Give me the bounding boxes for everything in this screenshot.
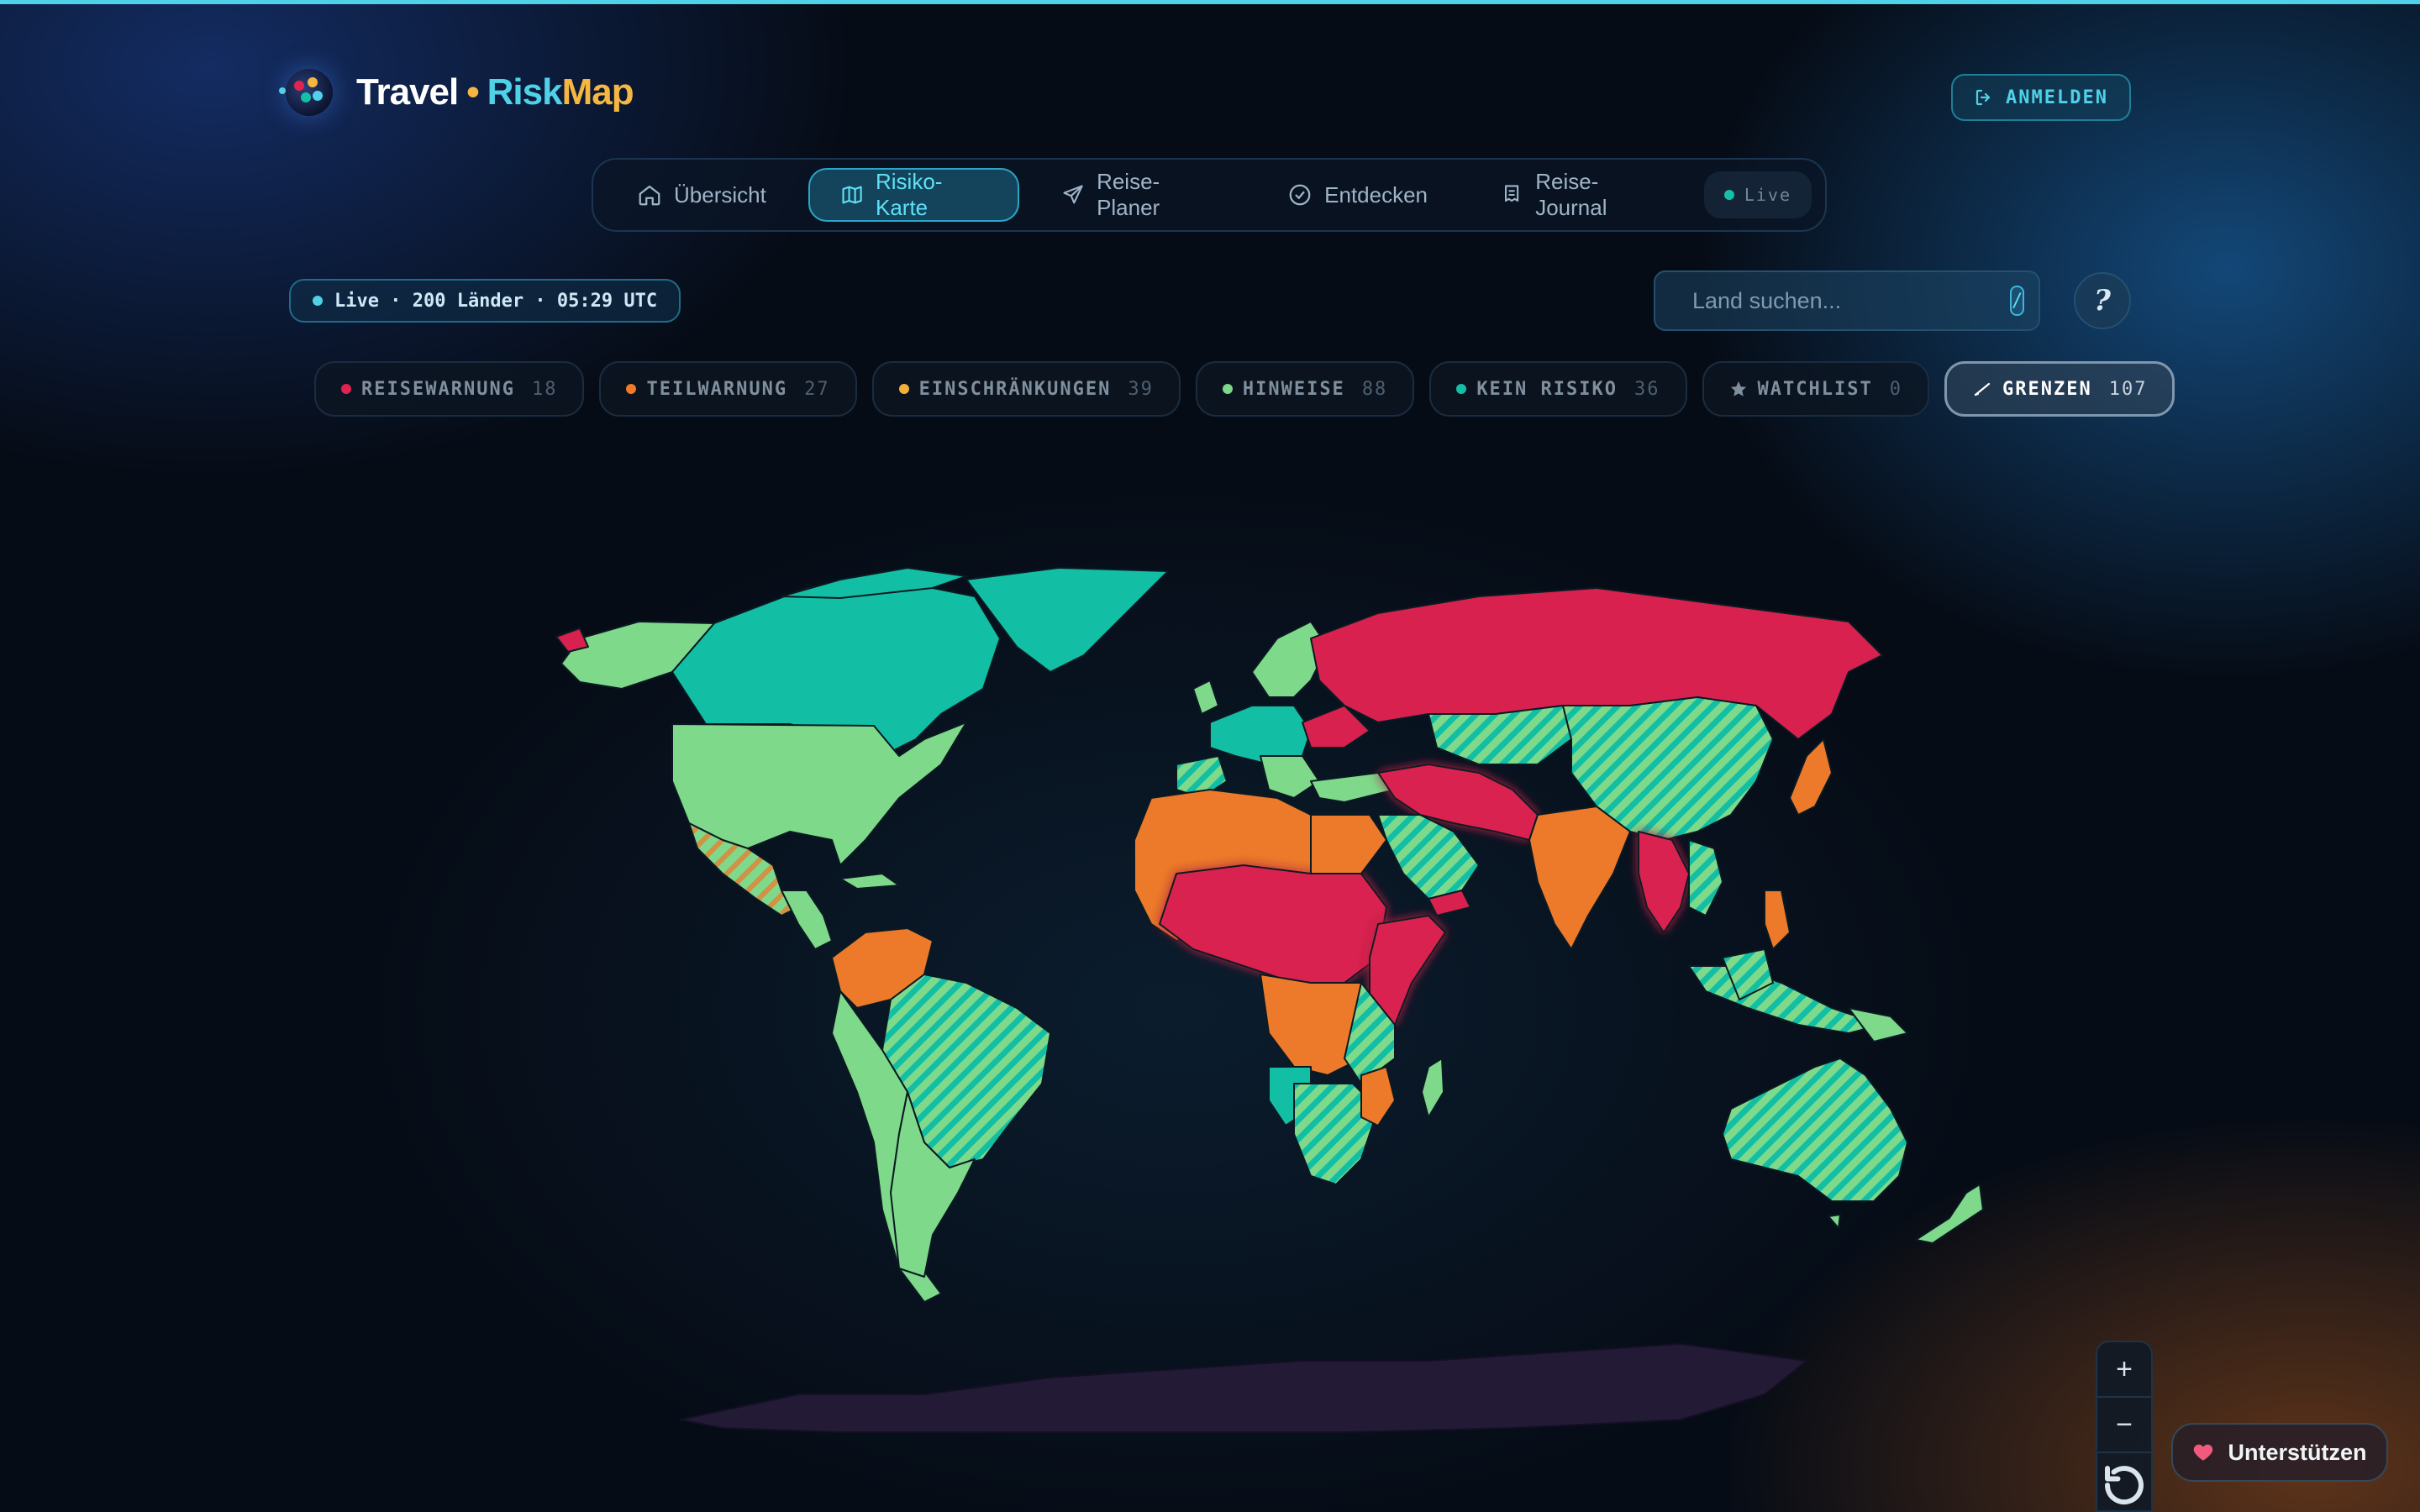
region-cuba[interactable]	[839, 873, 900, 890]
search-input[interactable]	[1692, 287, 1990, 314]
home-icon	[639, 185, 660, 206]
check-circle-icon	[1289, 184, 1311, 206]
region-tasmania[interactable]	[1828, 1214, 1841, 1229]
support-button[interactable]: Unterstützen	[2171, 1423, 2388, 1482]
filter-label: EINSCHRÄNKUNGEN	[918, 378, 1112, 400]
line-icon	[1974, 382, 1991, 396]
region-japan[interactable]	[1789, 738, 1833, 816]
region-alaska-west[interactable]	[555, 627, 589, 653]
region-central-america[interactable]	[781, 890, 833, 950]
zoom-in-button[interactable]: +	[2097, 1342, 2151, 1398]
filter-einschraenkungen[interactable]: EINSCHRÄNKUNGEN 39	[871, 361, 1181, 417]
filter-count: 27	[804, 378, 830, 400]
nav-item-label: Entdecken	[1324, 181, 1428, 207]
region-philippines[interactable]	[1764, 890, 1791, 950]
filter-hinweise[interactable]: HINWEISE 88	[1195, 361, 1415, 417]
nav-item-risiko-karte[interactable]: Risiko-Karte	[808, 168, 1019, 222]
filter-label: TEILWARNUNG	[646, 378, 788, 400]
live-dot-icon	[1723, 190, 1734, 200]
live-indicator: Live	[1703, 171, 1812, 218]
country-search[interactable]: /	[1654, 270, 2040, 331]
brand-map: Map	[561, 71, 634, 113]
zoom-controls: + −	[2096, 1341, 2153, 1512]
risk-dot-icon	[626, 384, 637, 394]
region-india[interactable]	[1528, 806, 1631, 950]
login-icon	[1975, 89, 1991, 106]
brand-travel: Travel	[356, 71, 459, 113]
filter-label: GRENZEN	[2002, 378, 2092, 400]
status-text: Live · 200 Länder · 05:29 UTC	[334, 290, 658, 312]
app-title: Travel • RiskMap	[356, 71, 634, 113]
help-button[interactable]: ?	[2074, 272, 2131, 329]
region-myanmar-thailand[interactable]	[1638, 831, 1690, 933]
login-label: ANMELDEN	[2006, 87, 2108, 108]
nav-item-label: Übersicht	[674, 181, 766, 207]
star-icon	[1730, 381, 1746, 396]
region-sahel[interactable]	[1159, 864, 1387, 984]
reset-view-button[interactable]	[2097, 1453, 2151, 1510]
status-dot-icon	[313, 296, 323, 306]
region-kazakhstan[interactable]	[1428, 705, 1572, 765]
risk-dot-icon	[341, 384, 351, 394]
filter-count: 18	[531, 378, 558, 400]
nav-item-uebersicht[interactable]: Übersicht	[607, 168, 797, 222]
filter-kein-risiko[interactable]: KEIN RISIKO 36	[1429, 361, 1687, 417]
region-greenland[interactable]	[965, 567, 1169, 673]
region-mozambique[interactable]	[1360, 1066, 1396, 1126]
live-status-badge: Live · 200 Länder · 05:29 UTC	[289, 279, 681, 323]
nav-item-label: Reise-Journal	[1535, 169, 1607, 220]
filter-count: 88	[1361, 378, 1388, 400]
nav-item-entdecken[interactable]: Entdecken	[1257, 168, 1458, 222]
support-label: Unterstützen	[2228, 1439, 2367, 1465]
region-indonesia[interactable]	[1688, 965, 1883, 1034]
region-antarctica[interactable]	[680, 1343, 1807, 1433]
filter-teilwarnung[interactable]: TEILWARNUNG 27	[599, 361, 857, 417]
region-madagascar[interactable]	[1421, 1058, 1444, 1118]
risk-dot-icon	[1456, 384, 1467, 394]
nav-item-reise-journal[interactable]: Reise-Journal	[1470, 168, 1692, 222]
main-nav: Übersicht Risiko-Karte Reise-Planer Entd…	[592, 158, 1827, 232]
filter-count: 107	[2108, 378, 2148, 400]
filter-reisewarnung[interactable]: REISEWARNUNG 18	[314, 361, 585, 417]
region-australia[interactable]	[1722, 1058, 1908, 1202]
reset-icon	[2104, 1466, 2144, 1505]
filter-label: HINWEISE	[1242, 378, 1345, 400]
brand-separator: •	[466, 71, 479, 113]
nav-item-reise-planer[interactable]: Reise-Planer	[1031, 168, 1245, 222]
globe-logo-icon	[279, 69, 333, 116]
region-vietnam[interactable]	[1688, 839, 1723, 916]
filter-count: 39	[1128, 378, 1154, 400]
filter-count: 0	[1889, 378, 1902, 400]
filter-label: KEIN RISIKO	[1476, 378, 1618, 400]
risk-filter-bar: REISEWARNUNG 18 TEILWARNUNG 27 EINSCHRÄN…	[314, 361, 2175, 417]
nav-item-label: Reise-Planer	[1097, 169, 1160, 220]
map-icon	[842, 186, 862, 204]
brand-risk: Risk	[487, 71, 563, 113]
filter-watchlist[interactable]: WATCHLIST 0	[1702, 361, 1929, 417]
filter-label: WATCHLIST	[1757, 378, 1873, 400]
region-uk[interactable]	[1192, 680, 1219, 715]
region-arabia[interactable]	[1377, 814, 1480, 900]
search-shortcut-badge: /	[2010, 286, 2025, 316]
nav-item-label: Risiko-Karte	[875, 169, 943, 220]
region-egypt[interactable]	[1310, 814, 1387, 874]
app-logo[interactable]: Travel • RiskMap	[279, 69, 634, 116]
heart-icon	[2194, 1444, 2213, 1461]
filter-label: REISEWARNUNG	[361, 378, 515, 400]
journal-icon	[1505, 185, 1519, 202]
zoom-out-button[interactable]: −	[2097, 1398, 2151, 1453]
filter-grenzen[interactable]: GRENZEN 107	[1944, 361, 2175, 417]
region-balkans[interactable]	[1260, 755, 1320, 799]
risk-dot-icon	[1222, 384, 1233, 394]
risk-dot-icon	[898, 384, 909, 394]
top-accent-line	[0, 0, 2420, 4]
filter-count: 36	[1634, 378, 1660, 400]
send-icon	[1063, 185, 1083, 204]
login-button[interactable]: ANMELDEN	[1951, 74, 2131, 121]
world-risk-map[interactable]	[0, 470, 2420, 1512]
live-label: Live	[1744, 185, 1791, 205]
region-new-zealand[interactable]	[1915, 1184, 1984, 1244]
